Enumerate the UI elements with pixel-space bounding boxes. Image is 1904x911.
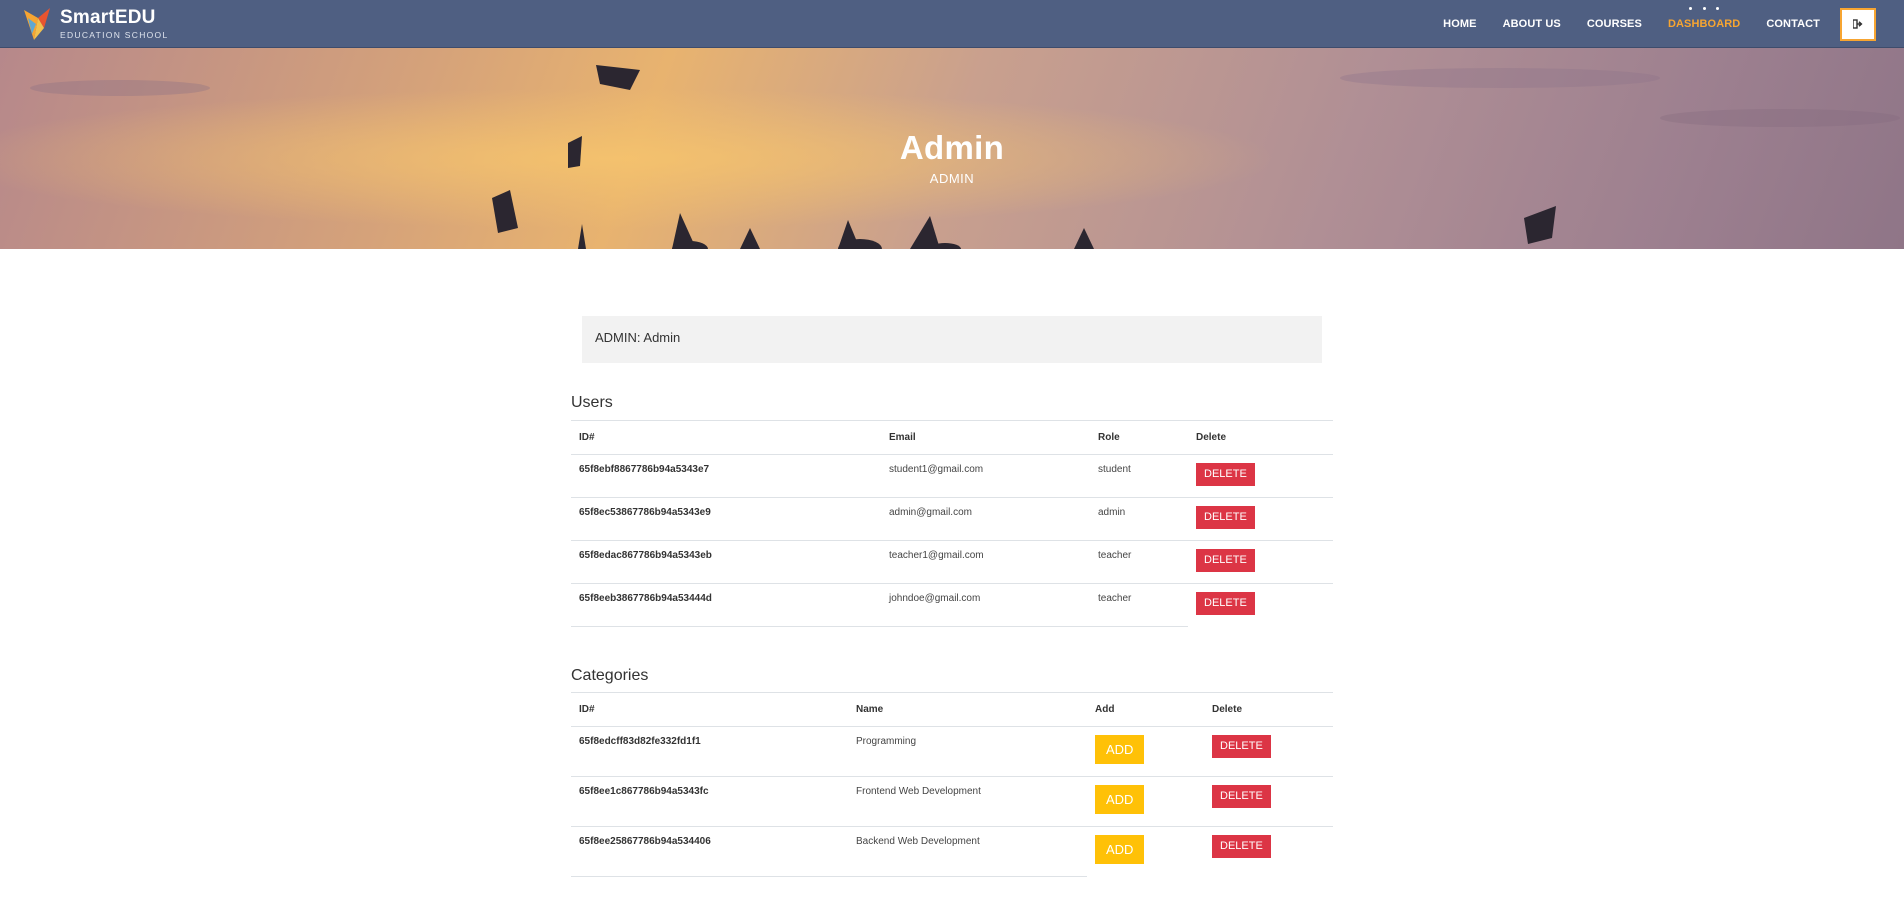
logout-button[interactable] [1840, 7, 1876, 41]
user-email: johndoe@gmail.com [881, 583, 1090, 627]
category-id: 65f8ee1c867786b94a5343fc [571, 776, 848, 827]
category-name: Frontend Web Development [848, 776, 1087, 827]
delete-category-button[interactable]: DELETE [1212, 735, 1271, 758]
col-header-id: ID# [571, 420, 881, 455]
sign-out-icon [1853, 19, 1863, 29]
brand-subtitle: EDUCATION SCHOOL [60, 30, 169, 41]
delete-user-button[interactable]: DELETE [1196, 592, 1255, 615]
col-header-delete: Delete [1188, 420, 1333, 455]
col-header-name: Name [848, 692, 1087, 727]
nav-dashboard[interactable]: DASHBOARD [1667, 7, 1741, 30]
delete-user-button[interactable]: DELETE [1196, 549, 1255, 572]
category-id: 65f8edcff83d82fe332fd1f1 [571, 726, 848, 777]
logo-icon [24, 8, 50, 40]
delete-category-button[interactable]: DELETE [1212, 785, 1271, 808]
user-id: 65f8eeb3867786b94a53444d [571, 583, 881, 627]
table-row: 65f8edcff83d82fe332fd1f1 Programming ADD… [571, 726, 1333, 777]
table-row: 65f8ee25867786b94a534406 Backend Web Dev… [571, 826, 1333, 877]
user-email: student1@gmail.com [881, 454, 1090, 498]
col-header-add: Add [1087, 692, 1204, 727]
table-row: 65f8ebf8867786b94a5343e7 student1@gmail.… [571, 454, 1333, 498]
user-email: admin@gmail.com [881, 497, 1090, 541]
user-id: 65f8ec53867786b94a5343e9 [571, 497, 881, 541]
category-id: 65f8ee25867786b94a534406 [571, 826, 848, 877]
table-row: 65f8edac867786b94a5343eb teacher1@gmail.… [571, 540, 1333, 584]
active-indicator-dots [1689, 7, 1720, 10]
col-header-role: Role [1090, 420, 1188, 455]
categories-section-title: Categories [571, 667, 649, 684]
table-row: 65f8eeb3867786b94a53444d johndoe@gmail.c… [571, 583, 1333, 627]
category-name: Backend Web Development [848, 826, 1087, 877]
brand-logo[interactable]: SmartEDU EDUCATION SCHOOL [20, 4, 169, 44]
user-email: teacher1@gmail.com [881, 540, 1090, 584]
add-category-button[interactable]: ADD [1095, 785, 1145, 814]
nav-home[interactable]: HOME [1443, 18, 1476, 30]
col-header-delete: Delete [1204, 692, 1333, 727]
user-role: student [1090, 454, 1188, 498]
nav-courses[interactable]: COURSES [1587, 18, 1642, 30]
page-subtitle: ADMIN [929, 171, 975, 186]
navbar: SmartEDU EDUCATION SCHOOL HOME ABOUT US … [0, 0, 1904, 48]
main-nav: HOME ABOUT US COURSES DASHBOARD CONTACT [1417, 0, 1876, 48]
brand-title: SmartEDU [60, 7, 156, 29]
page-title: Admin [899, 129, 1005, 166]
category-name: Programming [848, 726, 1087, 777]
col-header-id: ID# [571, 692, 848, 727]
table-row: 65f8ee1c867786b94a5343fc Frontend Web De… [571, 776, 1333, 827]
table-header-row: ID# Email Role Delete [571, 420, 1333, 455]
table-row: 65f8ec53867786b94a5343e9 admin@gmail.com… [571, 497, 1333, 541]
nav-about-us[interactable]: ABOUT US [1503, 18, 1561, 30]
user-role: admin [1090, 497, 1188, 541]
user-role: teacher [1090, 540, 1188, 584]
col-header-email: Email [881, 420, 1090, 455]
nav-contact[interactable]: CONTACT [1766, 18, 1820, 30]
user-role: teacher [1090, 583, 1188, 627]
delete-category-button[interactable]: DELETE [1212, 835, 1271, 858]
nav-dashboard-label: DASHBOARD [1667, 18, 1741, 30]
delete-user-button[interactable]: DELETE [1196, 506, 1255, 529]
add-category-button[interactable]: ADD [1095, 735, 1145, 764]
user-id: 65f8edac867786b94a5343eb [571, 540, 881, 584]
admin-info-box: ADMIN: Admin [582, 316, 1322, 363]
users-section-title: Users [571, 394, 613, 411]
add-category-button[interactable]: ADD [1095, 835, 1145, 864]
categories-table: ID# Name Add Delete 65f8edcff83d82fe332f… [571, 692, 1333, 877]
table-header-row: ID# Name Add Delete [571, 692, 1333, 727]
delete-user-button[interactable]: DELETE [1196, 463, 1255, 486]
hero-banner: Admin ADMIN [0, 48, 1904, 249]
users-table: ID# Email Role Delete 65f8ebf8867786b94a… [571, 420, 1333, 627]
user-id: 65f8ebf8867786b94a5343e7 [571, 454, 881, 498]
